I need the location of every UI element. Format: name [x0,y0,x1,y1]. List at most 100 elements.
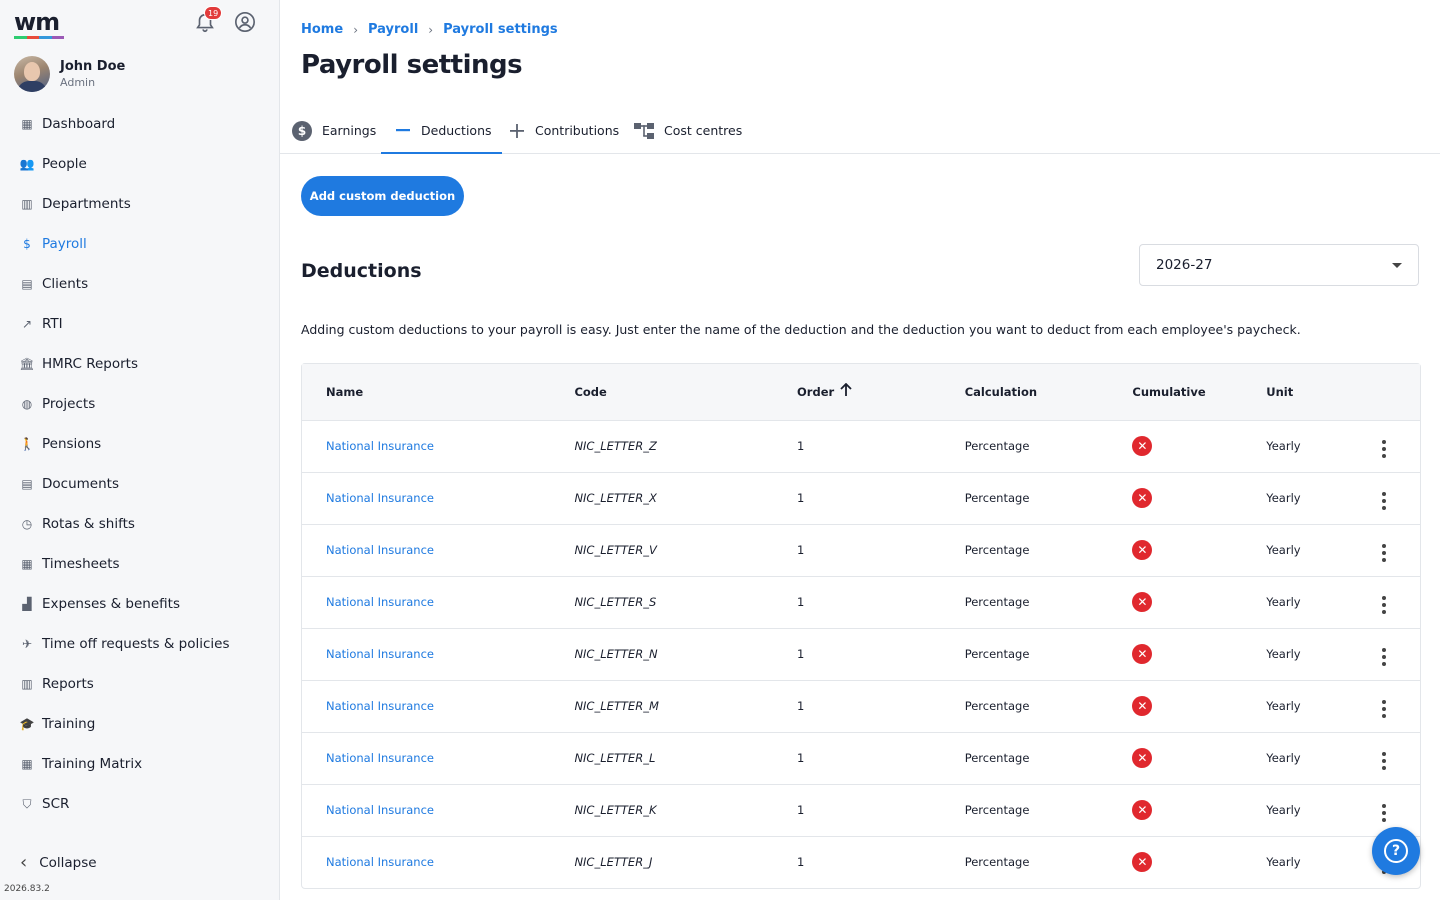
breadcrumb-payroll-settings[interactable]: Payroll settings [443,22,558,37]
sidebar-item-pensions[interactable]: 🚶 Pensions [0,424,279,464]
tax-year-select[interactable]: 2026-27 [1139,244,1419,286]
avatar [14,56,50,92]
help-button[interactable]: ? [1372,827,1420,875]
notification-badge: 19 [204,6,223,20]
more-options-icon[interactable] [1374,543,1394,563]
deduction-order: 1 [797,543,805,557]
deduction-calculation: Percentage [964,751,1030,765]
cross-circle-icon: ✕ [1132,540,1153,560]
collapse-button[interactable]: ‹ Collapse [20,852,97,873]
clients-icon: ▤ [21,277,33,291]
org-chart-icon [634,122,654,140]
logo[interactable]: wm [14,8,64,39]
sidebar-item-payroll[interactable]: $ Payroll [0,224,279,264]
sidebar-item-label: HMRC Reports [42,356,139,372]
breadcrumb-home[interactable]: Home [301,22,343,37]
sidebar-item-reports[interactable]: ▥ Reports [0,664,279,704]
deduction-unit: Yearly [1266,699,1301,713]
cross-circle-icon: ✕ [1132,696,1153,716]
deduction-order: 1 [797,699,805,713]
breadcrumb-payroll[interactable]: Payroll [368,22,418,37]
more-options-icon[interactable] [1374,491,1394,511]
building-icon: ▥ [21,197,33,211]
sidebar-item-rti[interactable]: ↗ RTI [0,304,279,344]
more-options-icon[interactable] [1374,699,1394,719]
sidebar-item-clients[interactable]: ▤ Clients [0,264,279,304]
sidebar-item-label: RTI [42,316,63,332]
sidebar-item-training-matrix[interactable]: ▦ Training Matrix [0,744,279,784]
more-options-icon[interactable] [1374,647,1394,667]
deduction-name-link[interactable]: National Insurance [326,803,434,817]
calendar-icon: ▦ [21,557,33,571]
table-row: National Insurance NIC_LETTER_Z 1 Percentag… [302,420,1420,472]
more-options-icon[interactable] [1374,751,1394,771]
main-content: Home › Payroll › Payroll settings Payrol… [280,0,1440,900]
description-text: Adding custom deductions to your payroll… [301,322,1301,337]
sidebar-item-time-off-requests-policies[interactable]: ✈ Time off requests & policies [0,624,279,664]
deduction-calculation: Percentage [964,491,1030,505]
deductions-table: Name Code Order Calculation Cumulative U… [301,363,1421,889]
add-custom-deduction-button[interactable]: Add custom deduction [301,176,464,216]
deduction-name-link[interactable]: National Insurance [326,699,434,713]
table-row: National Insurance NIC_LETTER_V 1 Percentag… [302,524,1420,576]
tab-cost-centres[interactable]: Cost centres [634,108,742,153]
tab-deductions[interactable]: Deductions [381,108,502,154]
sidebar-item-scr[interactable]: ⛉ SCR [0,784,279,824]
sidebar-item-label: Departments [42,196,131,212]
cross-circle-icon: ✕ [1132,488,1153,508]
deduction-code: NIC_LETTER_V [574,543,657,557]
dollar-icon: $ [23,237,31,251]
deduction-unit: Yearly [1266,543,1301,557]
question-icon: ? [1384,839,1408,863]
tab-earnings[interactable]: $ Earnings [292,108,376,153]
cumulative-cell: ✕ [1132,732,1266,784]
tab-contributions[interactable]: Contributions [509,108,619,153]
deduction-name-link[interactable]: National Insurance [326,439,434,453]
deduction-name-link[interactable]: National Insurance [326,855,434,869]
user-profile[interactable]: John Doe Admin [0,44,279,96]
expenses-icon: ▟ [22,597,32,611]
caret-down-icon [1392,263,1402,268]
deduction-unit: Yearly [1266,595,1301,609]
deduction-name-link[interactable]: National Insurance [326,595,434,609]
deduction-code: NIC_LETTER_J [574,855,653,870]
deduction-name-link[interactable]: National Insurance [326,751,434,765]
sidebar-item-expenses-benefits[interactable]: ▟ Expenses & benefits [0,584,279,624]
cross-circle-icon: ✕ [1132,748,1153,768]
table-row: National Insurance NIC_LETTER_J 1 Percentag… [302,836,1420,888]
column-header-code[interactable]: Code [574,364,797,420]
sidebar-item-documents[interactable]: ▤ Documents [0,464,279,504]
deduction-name-link[interactable]: National Insurance [326,491,434,505]
column-header-order[interactable]: Order [797,364,965,420]
more-options-icon[interactable] [1374,803,1394,823]
deduction-name-link[interactable]: National Insurance [326,647,434,661]
sidebar-item-projects[interactable]: ◍ Projects [0,384,279,424]
sidebar-nav: ▦ Dashboard 👥 People ▥ Departments $ Payroll ▤ Cl… [0,104,279,824]
account-icon[interactable] [234,11,256,33]
column-header-calculation[interactable]: Calculation [965,364,1133,420]
sidebar-item-people[interactable]: 👥 People [0,144,279,184]
more-options-icon[interactable] [1374,439,1394,459]
cumulative-cell: ✕ [1132,576,1266,628]
sidebar-item-label: Time off requests & policies [42,636,230,652]
sidebar-item-training[interactable]: 🎓 Training [0,704,279,744]
column-header-unit[interactable]: Unit [1266,364,1374,420]
cumulative-cell: ✕ [1132,628,1266,680]
column-header-cumulative[interactable]: Cumulative [1132,364,1266,420]
sidebar-item-departments[interactable]: ▥ Departments [0,184,279,224]
deduction-order: 1 [797,803,805,817]
deduction-name-link[interactable]: National Insurance [326,543,434,557]
sidebar-item-rotas-shifts[interactable]: ◷ Rotas & shifts [0,504,279,544]
sidebar-item-timesheets[interactable]: ▦ Timesheets [0,544,279,584]
sidebar-item-dashboard[interactable]: ▦ Dashboard [0,104,279,144]
deduction-calculation: Percentage [964,803,1030,817]
cumulative-cell: ✕ [1132,472,1266,524]
logo-text: wm [14,8,60,36]
matrix-icon: ▦ [21,757,33,771]
sidebar-item-hmrc-reports[interactable]: 🏛 HMRC Reports [0,344,279,384]
more-options-icon[interactable] [1374,595,1394,615]
deduction-order: 1 [797,595,805,609]
dashboard-icon: ▦ [21,117,33,131]
table-row: National Insurance NIC_LETTER_N 1 Percentag… [302,628,1420,680]
column-header-name[interactable]: Name [302,364,574,420]
